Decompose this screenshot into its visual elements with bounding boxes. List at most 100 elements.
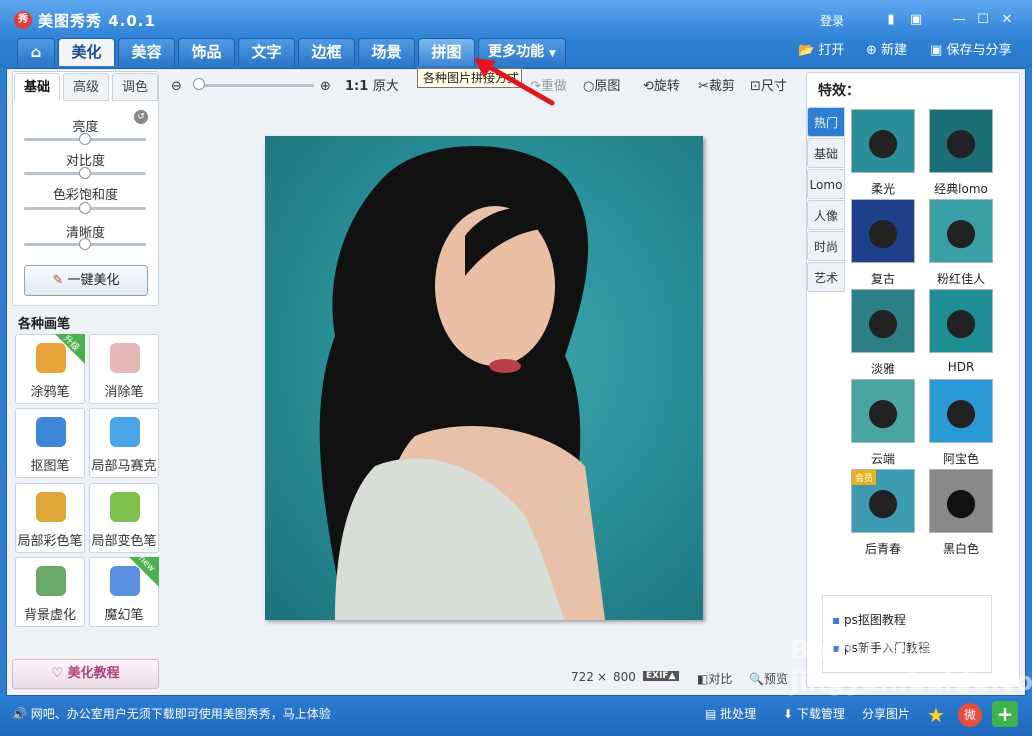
speaker-icon: 🔊: [12, 707, 27, 721]
effect-thumbnail[interactable]: 会员: [851, 469, 915, 533]
effect-thumbnail[interactable]: [851, 199, 915, 263]
resize-button[interactable]: ⊡尺寸: [750, 78, 787, 96]
open-button[interactable]: 📂 打开: [798, 42, 844, 60]
effect-thumbnail[interactable]: [851, 289, 915, 353]
preview-label: 预览: [763, 672, 788, 686]
tab-border[interactable]: 边框: [298, 38, 355, 66]
effect-thumbnail[interactable]: [929, 199, 993, 263]
actual-size-button[interactable]: 1:1 原大: [345, 78, 399, 96]
feedback-icon[interactable]: ▮: [882, 12, 900, 28]
login-link[interactable]: 登录: [820, 12, 844, 29]
crop-button[interactable]: ✂裁剪: [698, 78, 735, 96]
effect-category-tab[interactable]: 热门: [807, 107, 845, 137]
preview-icon: 🔍: [749, 672, 764, 686]
slider-handle[interactable]: [79, 167, 91, 179]
home-tab[interactable]: ⌂: [17, 38, 55, 66]
skin-icon[interactable]: ▣: [907, 12, 925, 28]
save-share-button[interactable]: ▣ 保存与分享: [930, 42, 1011, 60]
batch-button[interactable]: ▤ 批处理: [705, 705, 756, 722]
crop-label: 裁剪: [708, 79, 735, 94]
zoom-out-icon[interactable]: ⊖: [171, 78, 182, 96]
brush-tool-2[interactable]: 抠图笔: [15, 408, 85, 478]
one-click-label: 一键美化: [67, 273, 120, 288]
original-button[interactable]: ○原图: [583, 78, 620, 96]
brush-label: 背景虚化: [23, 608, 76, 623]
brush-tool-5[interactable]: 局部变色笔: [89, 483, 159, 553]
effect-thumbnail[interactable]: [929, 379, 993, 443]
brush-tool-7[interactable]: 魔幻笔 new: [89, 554, 159, 627]
effect-label: 云端: [870, 452, 895, 466]
magic-wand-icon: ✎: [52, 273, 64, 288]
effect-thumbnail[interactable]: [851, 109, 915, 173]
hand-icon: ♡: [51, 666, 64, 681]
save-label: 保存与分享: [946, 43, 1012, 58]
tab-color[interactable]: 调色: [112, 73, 158, 101]
tab-beauty[interactable]: 美容: [118, 38, 175, 66]
tab-accessories[interactable]: 饰品: [178, 38, 235, 66]
watermark: Baidu 经验 jingyan.baidu.com: [790, 636, 1032, 697]
tab-text[interactable]: 文字: [238, 38, 295, 66]
slider-handle[interactable]: [79, 202, 91, 214]
ratio-label: 1:1: [345, 79, 369, 94]
tutorial-label: 美化教程: [67, 666, 120, 681]
saturation-label: 色彩饱和度: [52, 188, 118, 203]
tab-advanced[interactable]: 高级: [63, 73, 109, 101]
effect-category-tab[interactable]: 基础: [807, 138, 845, 168]
tab-basic[interactable]: 基础: [14, 73, 60, 101]
one-click-beautify-button[interactable]: ✎ 一键美化: [24, 265, 148, 296]
effect-category-tab[interactable]: 人像: [807, 200, 845, 230]
effect-thumbnail[interactable]: [851, 379, 915, 443]
brush-tool-0[interactable]: 涂鸦笔 升级: [15, 334, 85, 404]
promo-message[interactable]: 🔊 网吧、办公室用户无须下载即可使用美图秀秀，马上体验: [12, 705, 331, 722]
effect-thumbnail[interactable]: [929, 469, 993, 533]
brush-tool-4[interactable]: 局部彩色笔: [15, 483, 85, 553]
badge-ribbon: new: [129, 554, 159, 587]
brush-icon: [36, 492, 66, 522]
app-logo-icon: 秀: [14, 11, 32, 29]
tab-beautify[interactable]: 美化: [58, 38, 115, 66]
star-icon[interactable]: ★: [924, 703, 948, 727]
slider-handle[interactable]: [79, 238, 91, 250]
new-button[interactable]: ⊕ 新建: [866, 42, 907, 60]
preview-button[interactable]: 🔍预览: [749, 670, 788, 687]
contrast-slider[interactable]: [24, 167, 146, 179]
sharpness-slider[interactable]: [24, 238, 146, 250]
tab-scene[interactable]: 场景: [358, 38, 415, 66]
minimize-button[interactable]: —: [950, 12, 968, 28]
effect-thumbnail[interactable]: [929, 289, 993, 353]
photo-canvas[interactable]: [265, 136, 703, 620]
member-badge: 会员: [852, 470, 877, 485]
portrait-photo: [319, 146, 605, 620]
exif-button[interactable]: EXIF▲: [643, 671, 679, 681]
share-image-button[interactable]: 分享图片: [862, 705, 910, 722]
beautify-tutorial-button[interactable]: ♡ 美化教程: [12, 659, 159, 689]
effect-label: 复古: [870, 272, 895, 286]
weibo-icon[interactable]: 微: [958, 703, 982, 727]
effect-category-tab[interactable]: Lomo: [807, 169, 845, 199]
zoom-handle[interactable]: [193, 78, 205, 90]
brush-tool-6[interactable]: 背景虚化: [15, 557, 85, 627]
effect-thumbnail[interactable]: [929, 109, 993, 173]
compare-button[interactable]: ◧对比: [697, 670, 732, 687]
circle-icon: ○: [583, 79, 595, 94]
download-manager-button[interactable]: ⬇ 下载管理: [783, 705, 845, 722]
effect-category-tab[interactable]: 时尚: [807, 231, 845, 261]
compare-label: 对比: [708, 672, 733, 686]
tutorial-link[interactable]: ▪ ps抠图教程: [832, 611, 906, 628]
brightness-slider[interactable]: [24, 133, 146, 145]
add-icon[interactable]: +: [992, 701, 1018, 727]
zoom-slider[interactable]: [196, 84, 314, 87]
download-icon: ⬇: [783, 707, 794, 721]
maximize-button[interactable]: ☐: [974, 12, 992, 28]
effect-category-tab[interactable]: 艺术: [807, 262, 845, 292]
brush-tool-3[interactable]: 局部马赛克: [89, 408, 159, 478]
slider-handle[interactable]: [79, 133, 91, 145]
saturation-slider[interactable]: [24, 202, 146, 214]
tab-collage[interactable]: 拼图: [418, 38, 475, 66]
rotate-button[interactable]: ⟲旋转: [643, 78, 680, 96]
effect-label: 淡雅: [870, 362, 895, 376]
close-button[interactable]: ✕: [998, 12, 1016, 28]
effect-label: 柔光: [870, 182, 895, 196]
zoom-in-icon[interactable]: ⊕: [320, 78, 331, 96]
brush-tool-1[interactable]: 消除笔: [89, 334, 159, 404]
